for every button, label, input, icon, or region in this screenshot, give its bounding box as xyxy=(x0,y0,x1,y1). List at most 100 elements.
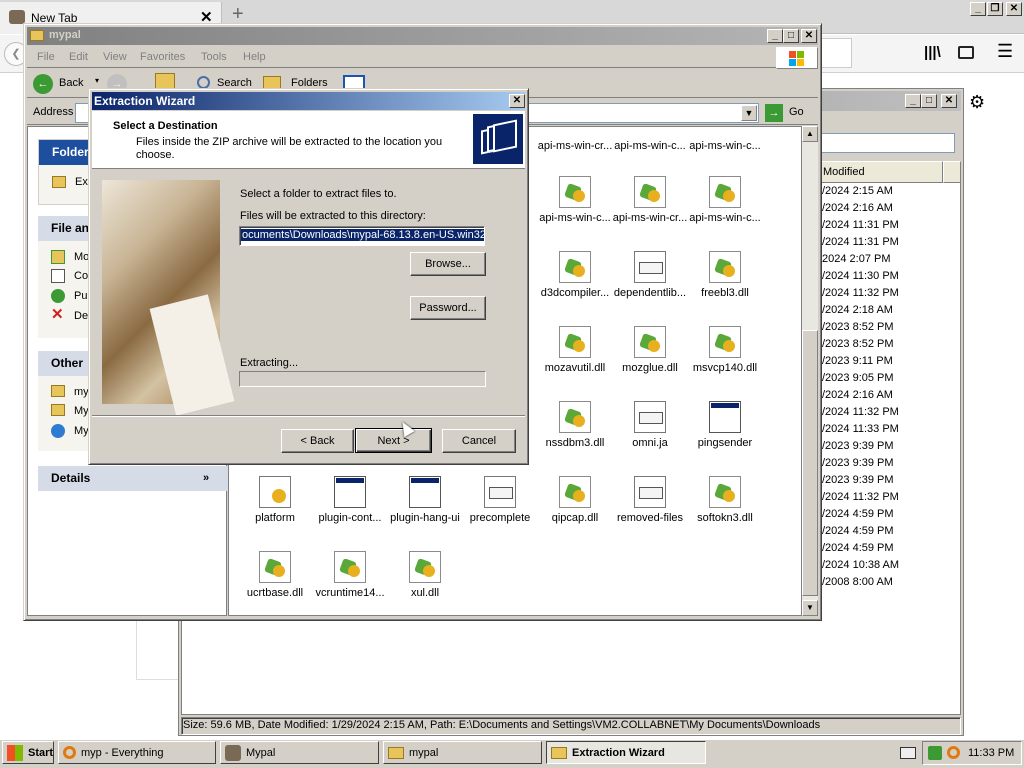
file-item[interactable]: api-ms-win-c... xyxy=(685,176,765,224)
gear-icon[interactable]: ⚙ xyxy=(969,92,985,113)
file-item[interactable]: d3dcompiler... xyxy=(535,251,615,299)
network-icon[interactable] xyxy=(928,746,942,760)
password-button[interactable]: Password... xyxy=(410,296,486,320)
file-task-copy[interactable]: Co xyxy=(74,270,88,282)
taskbar-item-mypal-browser[interactable]: Mypal xyxy=(220,741,379,764)
exe-icon xyxy=(334,476,366,508)
file-item[interactable]: removed-files xyxy=(610,476,690,524)
other-place-0[interactable]: my xyxy=(74,386,89,398)
file-item[interactable]: mozglue.dll xyxy=(610,326,690,374)
wizard-titlebar[interactable]: Extraction Wizard xyxy=(92,92,525,110)
destination-path-input[interactable]: ocuments\Downloads\mypal-68.13.8.en-US.w… xyxy=(239,226,485,246)
maximize-button[interactable]: □ xyxy=(783,29,799,43)
file-item[interactable]: plugin-cont... xyxy=(310,476,390,524)
file-label: nssdbm3.dll xyxy=(545,437,605,449)
file-item[interactable]: qipcap.dll xyxy=(535,476,615,524)
browser-restore-button[interactable]: ❐ xyxy=(987,2,1003,16)
browse-button[interactable]: Browse... xyxy=(410,252,486,276)
back-close-button[interactable]: ✕ xyxy=(941,94,957,108)
system-tray: 11:33 PM xyxy=(922,741,1022,765)
go-label[interactable]: Go xyxy=(789,106,804,118)
minimize-button[interactable]: _ xyxy=(767,29,783,43)
scroll-thumb[interactable] xyxy=(802,330,818,596)
file-item[interactable]: dependentlib... xyxy=(610,251,690,299)
file-task-delete[interactable]: De xyxy=(74,310,88,322)
wizard-close-button[interactable]: ✕ xyxy=(509,94,525,108)
browser-minimize-button[interactable]: _ xyxy=(970,2,986,16)
details-title: Details xyxy=(51,471,91,485)
menu-help[interactable]: Help xyxy=(243,51,266,63)
modified-date-cell: /2008 8:00 AM xyxy=(822,576,893,588)
menu-file[interactable]: File xyxy=(37,51,55,63)
file-label: api-ms-win-c... xyxy=(689,140,761,152)
file-item[interactable]: platform xyxy=(235,476,315,524)
back-maximize-button[interactable]: □ xyxy=(921,94,937,108)
modified-date-cell: /2023 9:11 PM xyxy=(822,355,893,367)
file-label: vcruntime14... xyxy=(315,587,385,599)
dll-icon xyxy=(259,551,291,583)
sidebar-icon[interactable] xyxy=(958,46,974,59)
modified-date-cell: /2024 11:33 PM xyxy=(822,423,899,435)
file-item[interactable]: api-ms-win-c... xyxy=(685,140,765,152)
file-item[interactable]: api-ms-win-cr... xyxy=(535,140,615,152)
file-item[interactable]: ucrtbase.dll xyxy=(235,551,315,599)
extracting-label: Extracting... xyxy=(240,357,299,369)
back-arrow-icon: ← xyxy=(33,74,53,94)
file-item[interactable]: mozavutil.dll xyxy=(535,326,615,374)
file-item[interactable]: freebl3.dll xyxy=(685,251,765,299)
file-task-publish[interactable]: Pu xyxy=(74,290,87,302)
start-button[interactable]: Start xyxy=(2,741,54,764)
file-item[interactable]: omni.ja xyxy=(610,401,690,449)
file-item[interactable]: vcruntime14... xyxy=(310,551,390,599)
file-item[interactable]: api-ms-win-cr... xyxy=(610,176,690,224)
back-minimize-button[interactable]: _ xyxy=(905,94,921,108)
search-tray-icon[interactable] xyxy=(947,746,960,759)
menu-edit[interactable]: Edit xyxy=(69,51,88,63)
file-task-move[interactable]: Mo xyxy=(74,251,89,263)
file-item[interactable]: api-ms-win-c... xyxy=(535,176,615,224)
back-wizard-button[interactable]: < Back xyxy=(281,429,354,453)
file-item[interactable]: plugin-hang-ui xyxy=(385,476,465,524)
browser-close-button[interactable]: ✕ xyxy=(1006,2,1022,16)
modified-date-cell: /2023 9:05 PM xyxy=(822,372,894,384)
file-tasks-title: File an xyxy=(51,221,90,235)
vertical-scrollbar[interactable]: ▲ ▼ xyxy=(802,126,818,616)
dll-icon xyxy=(634,176,666,208)
scroll-up-button[interactable]: ▲ xyxy=(802,126,818,142)
extract-icon xyxy=(52,176,66,188)
menu-tools[interactable]: Tools xyxy=(201,51,227,63)
other-places-title: Other xyxy=(51,356,84,370)
taskbar-item-extraction-wizard[interactable]: Extraction Wizard xyxy=(546,741,706,764)
file-item[interactable]: precomplete xyxy=(460,476,540,524)
scroll-down-button[interactable]: ▼ xyxy=(802,600,818,616)
copy-icon xyxy=(51,269,65,283)
back-search-box[interactable] xyxy=(819,133,955,153)
other-place-1[interactable]: My xyxy=(74,405,89,417)
file-item[interactable]: nssdbm3.dll xyxy=(535,401,615,449)
clock: 11:33 PM xyxy=(968,747,1015,759)
next-button[interactable]: Next > xyxy=(355,428,432,453)
mypal-icon xyxy=(225,744,241,761)
explorer-titlebar[interactable]: mypal xyxy=(27,27,818,45)
dll-icon xyxy=(559,326,591,358)
menu-favorites[interactable]: Favorites xyxy=(140,51,185,63)
file-item[interactable]: api-ms-win-c... xyxy=(610,140,690,152)
file-item[interactable]: pingsender xyxy=(685,401,765,449)
go-arrow-icon[interactable]: → xyxy=(765,104,783,122)
file-item[interactable]: xul.dll xyxy=(385,551,465,599)
column-header-modified[interactable]: Modified xyxy=(819,161,943,183)
address-dropdown-button[interactable]: ▼ xyxy=(741,105,757,121)
file-item[interactable]: msvcp140.dll xyxy=(685,326,765,374)
library-icon[interactable]: |||\ xyxy=(924,44,941,61)
exe-icon xyxy=(709,401,741,433)
other-place-2[interactable]: My xyxy=(74,425,89,437)
menu-view[interactable]: View xyxy=(103,51,127,63)
menu-icon[interactable]: ☰ xyxy=(997,41,1013,62)
details-header[interactable]: Details » xyxy=(38,466,228,491)
file-item[interactable]: softokn3.dll xyxy=(685,476,765,524)
close-button[interactable]: ✕ xyxy=(801,29,817,43)
taskbar-item-mypal-folder[interactable]: mypal xyxy=(383,741,542,764)
mypal-icon xyxy=(9,10,25,24)
cancel-button[interactable]: Cancel xyxy=(442,429,516,453)
taskbar-item-everything[interactable]: myp - Everything xyxy=(58,741,216,764)
